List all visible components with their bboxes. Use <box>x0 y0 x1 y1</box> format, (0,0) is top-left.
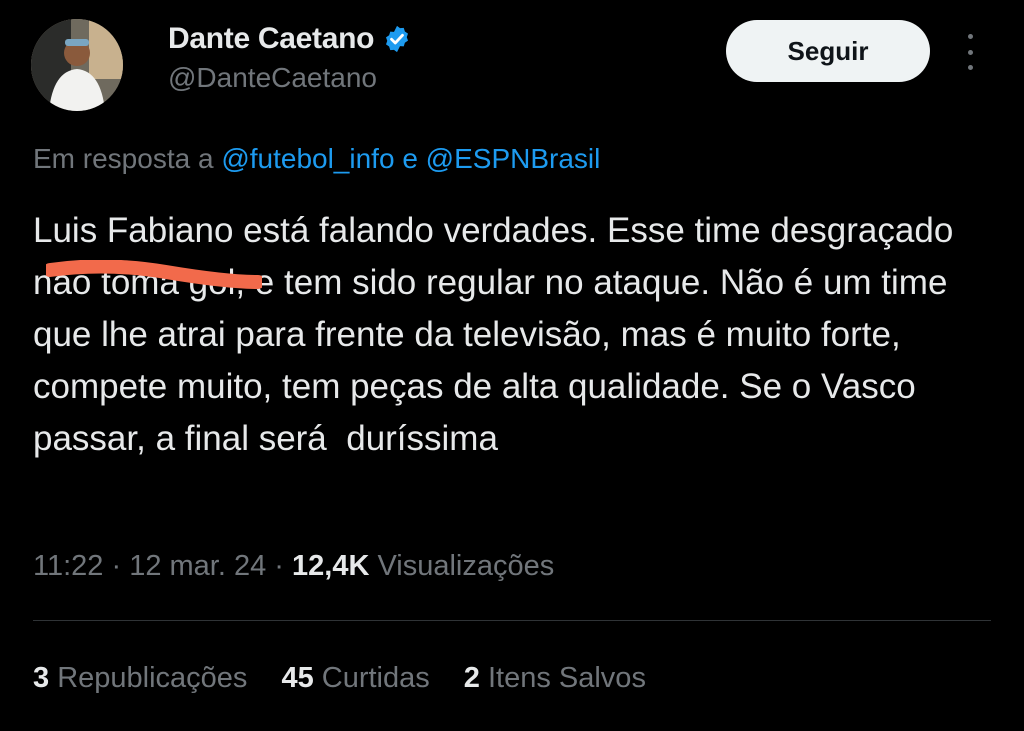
likes-count: 45 <box>281 662 314 694</box>
more-options-icon[interactable] <box>958 34 982 70</box>
reposts-count: 3 <box>33 662 50 694</box>
reply-conjunction: e <box>402 143 418 174</box>
author-name[interactable]: Dante Caetano <box>168 22 374 56</box>
reposts-stat[interactable]: 3 Republicações <box>33 662 247 695</box>
tweet-date[interactable]: 12 mar. 24 <box>129 550 266 582</box>
tweet-meta: 11:22 · 12 mar. 24 · 12,4K Visualizações <box>33 550 555 582</box>
saves-count: 2 <box>463 662 480 694</box>
reply-prefix: Em resposta a <box>33 143 214 174</box>
author-handle[interactable]: @DanteCaetano <box>168 62 412 94</box>
tweet-text: Luis Fabiano está falando verdades. Esse… <box>33 211 964 458</box>
avatar[interactable] <box>31 19 123 111</box>
saves-stat[interactable]: 2 Itens Salvos <box>464 662 646 695</box>
reposts-label: Republicações <box>57 662 248 694</box>
reply-context: Em resposta a @futebol_info e @ESPNBrasi… <box>33 143 600 175</box>
views-count: 12,4K <box>292 550 370 582</box>
engagement-stats: 3 Republicações 45 Curtidas 2 Itens Salv… <box>33 662 680 695</box>
author-info: Dante Caetano @DanteCaetano <box>168 22 412 94</box>
tweet-time[interactable]: 11:22 <box>33 550 103 582</box>
verified-badge-icon <box>386 25 409 53</box>
likes-label: Curtidas <box>321 662 430 694</box>
divider <box>33 620 991 621</box>
likes-stat[interactable]: 45 Curtidas <box>281 662 429 695</box>
mention-futebol-info[interactable]: @futebol_info <box>221 143 394 174</box>
saves-label: Itens Salvos <box>487 662 646 694</box>
redaction-scribble <box>46 260 262 289</box>
views-label: Visualizações <box>377 550 555 582</box>
mention-espnbrasil[interactable]: @ESPNBrasil <box>426 143 601 174</box>
follow-button[interactable]: Seguir <box>726 20 930 82</box>
